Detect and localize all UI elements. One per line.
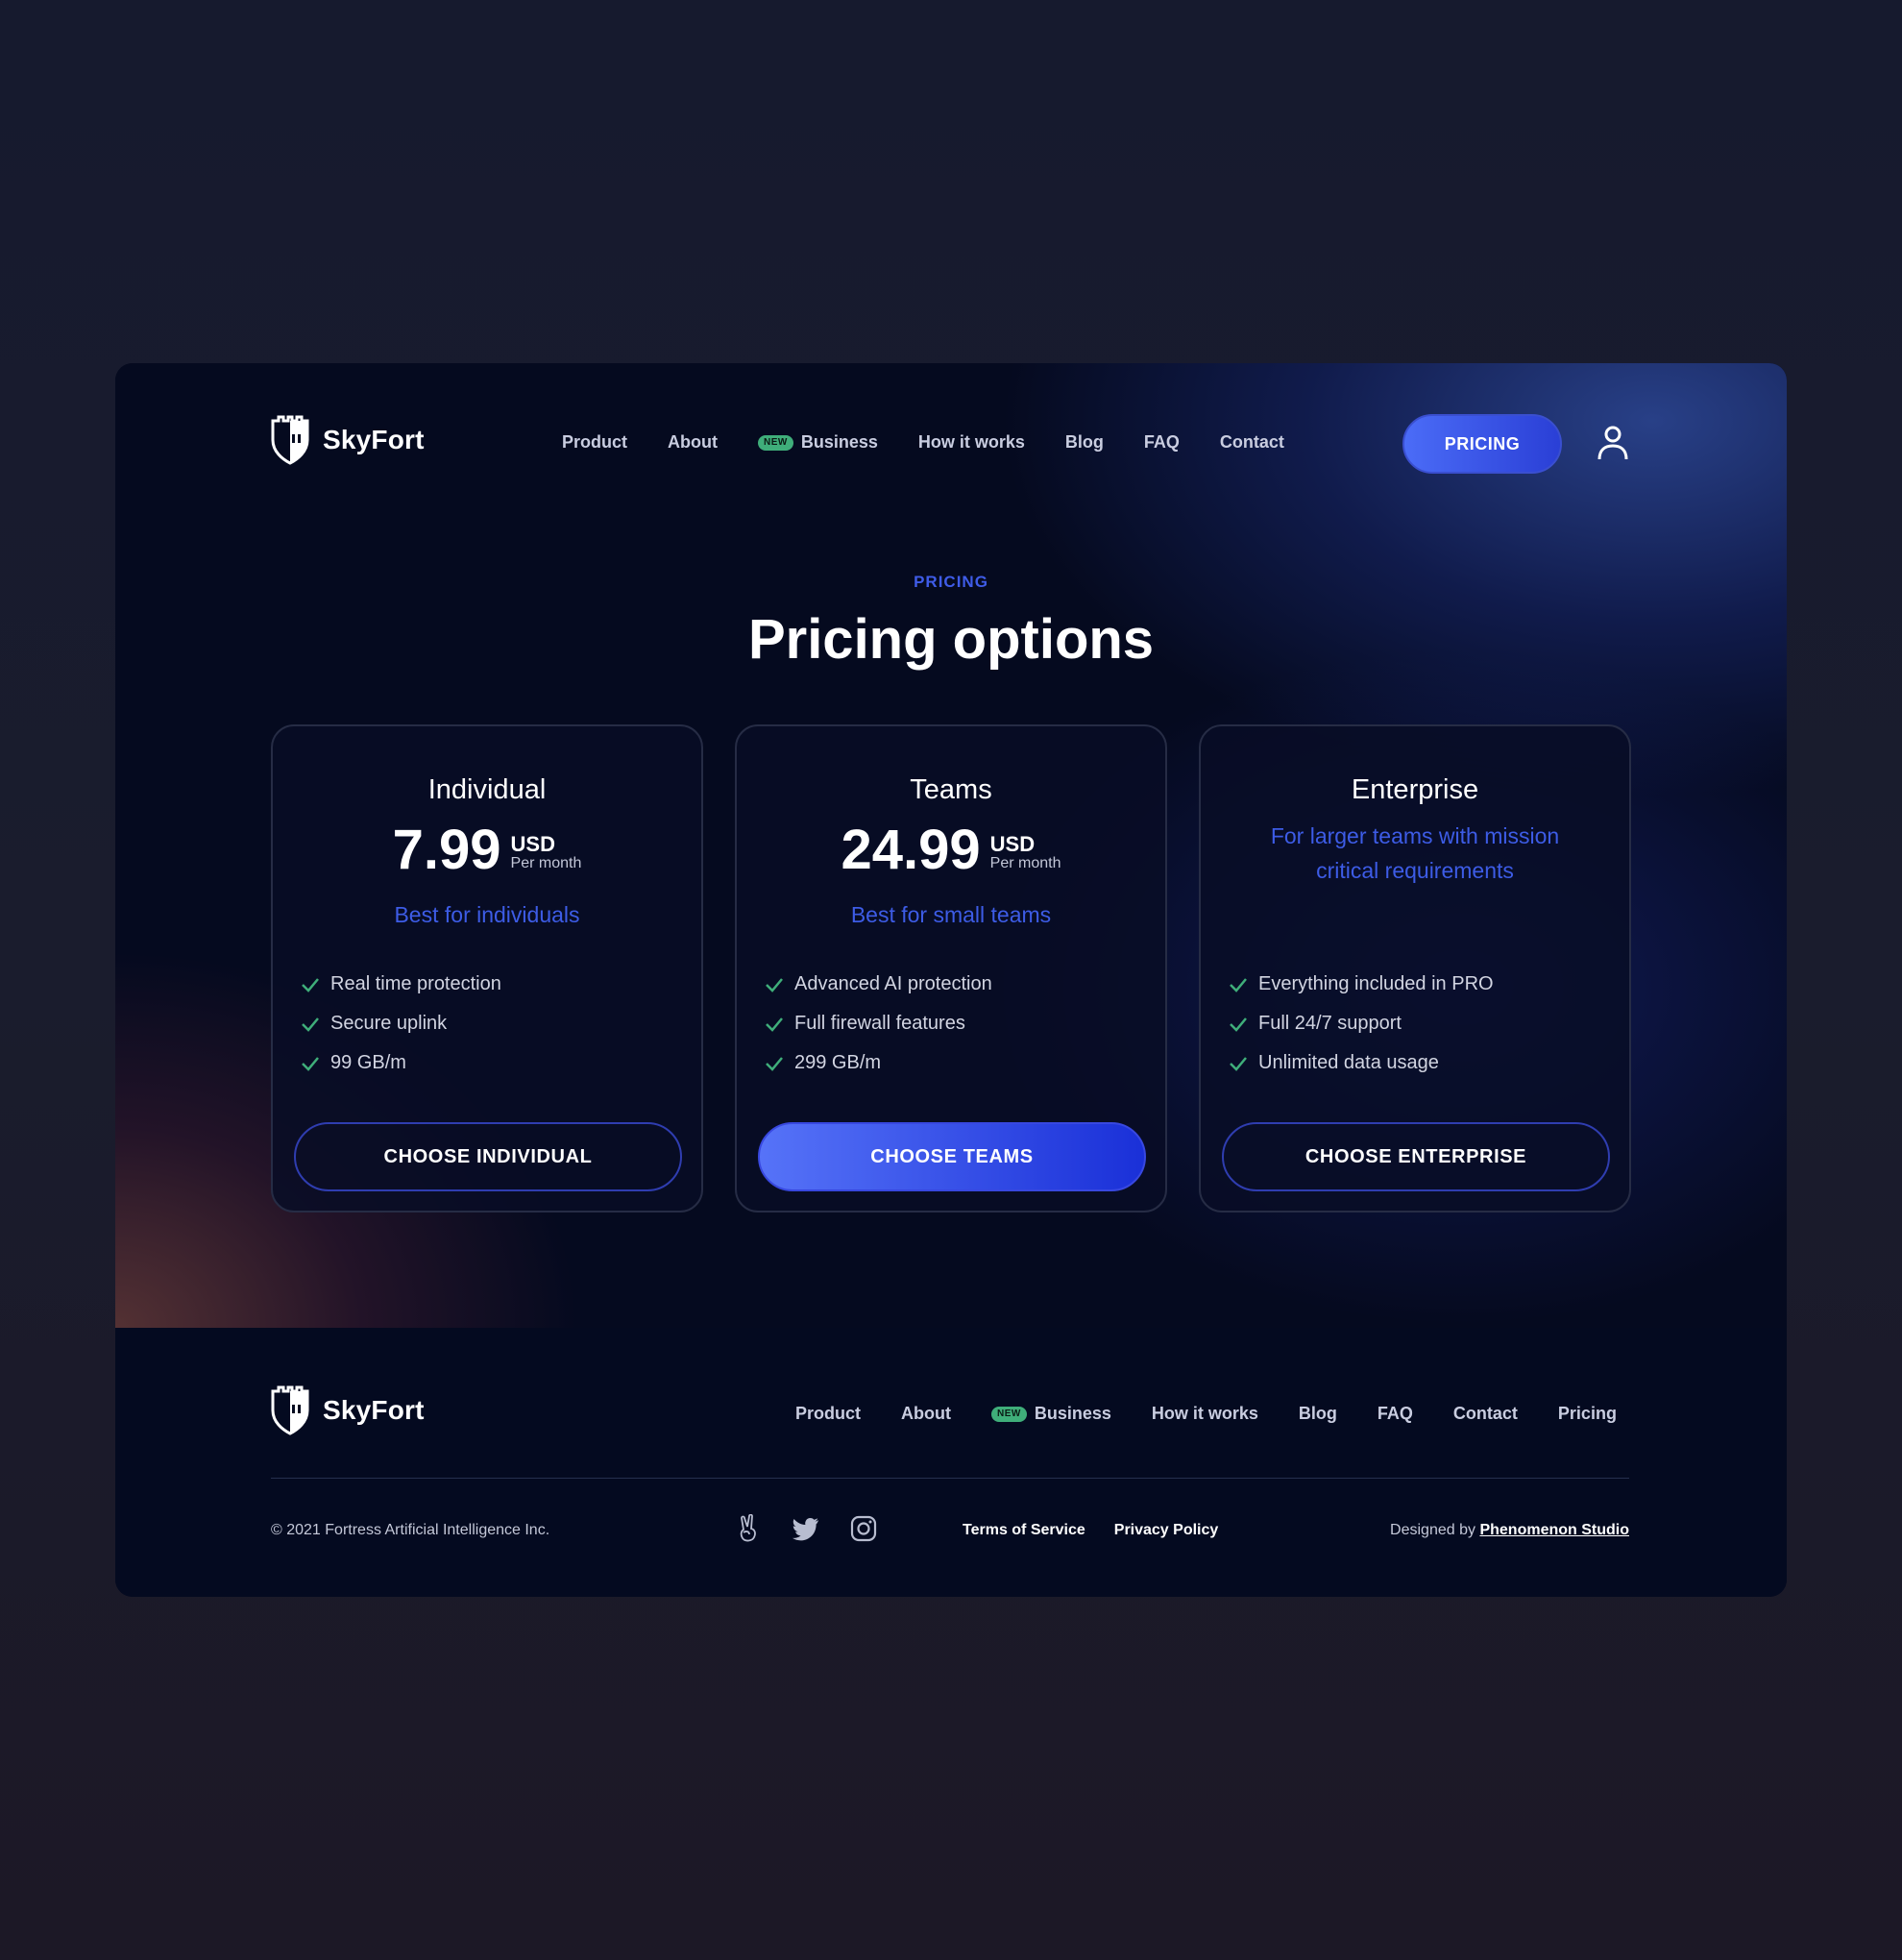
plan-tagline: Best for small teams [850, 902, 1052, 927]
footer-nav: Product About NEW Business How it works … [795, 1404, 1617, 1424]
check-icon [302, 1056, 319, 1071]
feature-item: Secure uplink [300, 1004, 501, 1043]
feature-item: Unlimited data usage [1228, 1043, 1494, 1083]
plan-price: 7.99 [392, 819, 501, 881]
plan-name: Individual [427, 774, 547, 805]
new-badge: NEW [991, 1406, 1027, 1422]
check-icon [302, 977, 319, 992]
feature-text: Full 24/7 support [1258, 1013, 1402, 1034]
feature-item: Full firewall features [764, 1004, 992, 1043]
feature-text: Secure uplink [330, 1013, 448, 1034]
twitter-icon[interactable] [792, 1514, 820, 1543]
check-icon [766, 977, 783, 992]
footer-nav-faq[interactable]: FAQ [1378, 1404, 1413, 1424]
plan-period: Per month [989, 855, 1061, 871]
feature-item: 299 GB/m [764, 1043, 992, 1083]
shield-logo-icon [271, 1385, 309, 1435]
feature-item: Real time protection [300, 965, 501, 1004]
plan-name: Enterprise [1351, 774, 1479, 805]
brand-name: SkyFort [323, 425, 425, 454]
copyright-text: © 2021 Fortress Artificial Intelligence … [271, 1522, 550, 1538]
social-links [734, 1514, 878, 1543]
feature-text: Real time protection [330, 973, 501, 994]
plan-tagline: Best for individuals [394, 902, 580, 927]
feature-item: Everything included in PRO [1228, 965, 1494, 1004]
footer-logo[interactable]: SkyFort [269, 1385, 425, 1435]
plan-tagline: For larger teams with mission critical r… [1270, 823, 1560, 883]
check-icon [1230, 1017, 1247, 1032]
designed-by: Designed by Phenomenon Studio [1390, 1522, 1629, 1539]
check-icon [766, 1017, 783, 1032]
feature-text: Unlimited data usage [1258, 1052, 1439, 1073]
choose-enterprise-button[interactable]: CHOOSE ENTERPRISE [1222, 1122, 1610, 1191]
plan-name: Teams [910, 774, 992, 805]
user-icon[interactable] [1597, 425, 1629, 461]
plan-period: Per month [510, 855, 582, 871]
terms-link[interactable]: Terms of Service [963, 1522, 1085, 1539]
plan-card-teams: Teams 24.99 USD Per month Best for small… [735, 724, 1167, 1213]
feature-text: Full firewall features [794, 1013, 965, 1034]
feature-text: Everything included in PRO [1258, 973, 1494, 994]
footer-nav-product[interactable]: Product [795, 1404, 861, 1424]
choose-teams-button[interactable]: CHOOSE TEAMS [758, 1122, 1146, 1191]
nav-item-product[interactable]: Product [562, 432, 627, 453]
footer-nav-how-it-works[interactable]: How it works [1152, 1404, 1258, 1424]
plan-features: Real time protection Secure uplink 99 GB… [300, 965, 501, 1083]
feature-item: 99 GB/m [300, 1043, 501, 1083]
legal-links: Terms of Service Privacy Policy [963, 1522, 1218, 1539]
check-icon [302, 1017, 319, 1032]
page-frame: SkyFort Product About NEW Business How i… [115, 363, 1787, 1597]
footer-nav-business[interactable]: NEW Business [991, 1404, 1111, 1424]
feature-text: 99 GB/m [330, 1052, 406, 1073]
feature-text: 299 GB/m [794, 1052, 882, 1073]
nav-item-how-it-works[interactable]: How it works [918, 432, 1025, 453]
plan-currency: USD [989, 832, 1036, 856]
plan-card-enterprise: Enterprise For larger teams with mission… [1199, 724, 1631, 1213]
studio-link[interactable]: Phenomenon Studio [1479, 1522, 1629, 1538]
footer-nav-business-label: Business [1034, 1404, 1111, 1423]
pricing-button[interactable]: PRICING [1402, 414, 1562, 474]
feature-text: Advanced AI protection [794, 973, 992, 994]
choose-individual-button[interactable]: CHOOSE INDIVIDUAL [294, 1122, 682, 1191]
plan-currency: USD [510, 832, 555, 856]
plan-price-row: 7.99 USD Per month [273, 822, 701, 878]
privacy-link[interactable]: Privacy Policy [1114, 1522, 1219, 1539]
check-icon [1230, 977, 1247, 992]
footer: SkyFort Product About NEW Business How i… [115, 1328, 1787, 1597]
header-logo[interactable]: SkyFort [269, 415, 425, 465]
nav-item-blog[interactable]: Blog [1065, 432, 1104, 453]
feature-item: Full 24/7 support [1228, 1004, 1494, 1043]
plan-card-individual: Individual 7.99 USD Per month Best for i… [271, 724, 703, 1213]
footer-nav-pricing[interactable]: Pricing [1558, 1404, 1617, 1424]
feature-item: Advanced AI protection [764, 965, 992, 1004]
designed-by-prefix: Designed by [1390, 1522, 1475, 1538]
plan-features: Everything included in PRO Full 24/7 sup… [1228, 965, 1494, 1083]
footer-nav-blog[interactable]: Blog [1299, 1404, 1337, 1424]
hero-section: SkyFort Product About NEW Business How i… [115, 363, 1787, 1328]
nav-item-about[interactable]: About [668, 432, 718, 453]
footer-divider [271, 1478, 1629, 1479]
check-icon [766, 1056, 783, 1071]
peace-icon[interactable] [734, 1514, 763, 1543]
footer-nav-contact[interactable]: Contact [1453, 1404, 1518, 1424]
nav-item-contact[interactable]: Contact [1220, 432, 1284, 453]
brand-name: SkyFort [323, 1395, 425, 1425]
nav-item-business-label: Business [800, 432, 878, 452]
footer-nav-about[interactable]: About [901, 1404, 951, 1424]
instagram-icon[interactable] [849, 1514, 878, 1543]
plan-price: 24.99 [841, 819, 981, 881]
shield-logo-icon [271, 415, 309, 465]
check-icon [1230, 1056, 1247, 1071]
section-eyebrow: PRICING [914, 573, 988, 591]
nav-item-business[interactable]: NEW Business [758, 432, 878, 453]
plan-features: Advanced AI protection Full firewall fea… [764, 965, 992, 1083]
plan-price-row: 24.99 USD Per month [737, 822, 1165, 878]
nav-item-faq[interactable]: FAQ [1144, 432, 1180, 453]
page-title: Pricing options [747, 608, 1155, 671]
new-badge: NEW [758, 434, 793, 451]
header-nav: Product About NEW Business How it works … [562, 432, 1284, 453]
